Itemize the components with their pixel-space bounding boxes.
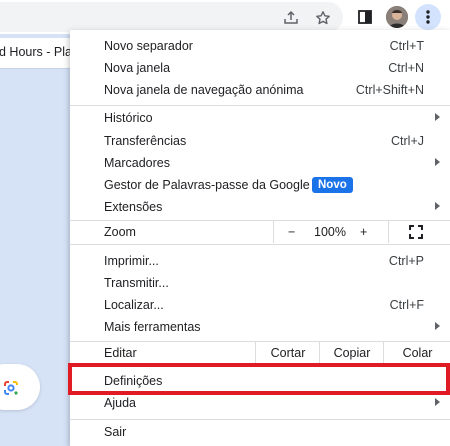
menu-item-new-incognito-window[interactable]: Nova janela de navegação anónima Ctrl+Sh… bbox=[70, 79, 450, 101]
menu-item-label: Localizar... bbox=[104, 298, 164, 312]
menu-item-label: Transmitir... bbox=[104, 276, 169, 290]
menu-item-extensions[interactable]: Extensões bbox=[70, 196, 450, 218]
menu-zoom-row: Zoom − 100% + bbox=[70, 221, 450, 243]
zoom-in-button[interactable]: + bbox=[360, 225, 367, 239]
menu-item-password-manager[interactable]: Gestor de Palavras-passe da Google Novo bbox=[70, 174, 450, 196]
menu-item-label: Nova janela de navegação anónima bbox=[104, 83, 304, 97]
menu-item-history[interactable]: Histórico bbox=[70, 107, 450, 129]
menu-item-shortcut: Ctrl+T bbox=[389, 39, 424, 53]
zoom-out-button[interactable]: − bbox=[288, 225, 295, 239]
zoom-level: 100% bbox=[314, 225, 346, 239]
copy-button[interactable]: Copiar bbox=[319, 342, 384, 364]
kebab-menu-icon[interactable] bbox=[415, 4, 441, 30]
star-icon[interactable] bbox=[314, 9, 332, 27]
highlight-box bbox=[68, 363, 450, 395]
menu-item-shortcut: Ctrl+J bbox=[391, 134, 424, 148]
menu-item-label: Gestor de Palavras-passe da Google bbox=[104, 178, 310, 192]
menu-item-new-window[interactable]: Nova janela Ctrl+N bbox=[70, 57, 450, 79]
paste-button[interactable]: Colar bbox=[383, 342, 450, 364]
tab-strip[interactable]: d Hours - Pla... bbox=[0, 38, 80, 69]
menu-item-label: Mais ferramentas bbox=[104, 320, 201, 334]
menu-item-cast[interactable]: Transmitir... bbox=[70, 272, 450, 294]
menu-item-shortcut: Ctrl+P bbox=[388, 254, 424, 268]
menu-item-label: Marcadores bbox=[104, 156, 170, 170]
menu-edit-row: Editar Cortar Copiar Colar bbox=[70, 342, 450, 364]
edit-label: Editar bbox=[104, 346, 137, 360]
menu-divider bbox=[70, 419, 450, 420]
menu-item-find[interactable]: Localizar... Ctrl+F bbox=[70, 294, 450, 316]
browser-toolbar bbox=[0, 0, 450, 34]
menu-item-label: Sair bbox=[104, 425, 127, 439]
submenu-arrow-icon bbox=[435, 158, 440, 166]
fullscreen-icon[interactable] bbox=[409, 225, 423, 239]
submenu-arrow-icon bbox=[435, 398, 440, 406]
menu-item-downloads[interactable]: Transferências Ctrl+J bbox=[70, 130, 450, 152]
submenu-arrow-icon bbox=[435, 113, 440, 121]
menu-item-label: Novo separador bbox=[104, 39, 193, 53]
profile-avatar[interactable] bbox=[386, 6, 408, 28]
zoom-divider bbox=[388, 221, 389, 243]
menu-item-bookmarks[interactable]: Marcadores bbox=[70, 152, 450, 174]
menu-item-label: Nova janela bbox=[104, 61, 171, 75]
menu-item-help[interactable]: Ajuda bbox=[70, 392, 450, 414]
menu-item-shortcut: Ctrl+N bbox=[388, 61, 424, 75]
copy-label: Copiar bbox=[333, 346, 371, 360]
google-lens-icon bbox=[4, 381, 18, 395]
tab-title: d Hours - Pla... bbox=[0, 45, 80, 59]
menu-item-print[interactable]: Imprimir... Ctrl+P bbox=[70, 250, 450, 272]
menu-item-more-tools[interactable]: Mais ferramentas bbox=[70, 316, 450, 338]
zoom-label: Zoom bbox=[104, 225, 136, 239]
side-panel-icon[interactable] bbox=[352, 4, 378, 30]
share-icon[interactable] bbox=[282, 9, 300, 27]
menu-divider bbox=[70, 105, 450, 106]
menu-item-shortcut: Ctrl+F bbox=[389, 298, 424, 312]
submenu-arrow-icon bbox=[435, 322, 440, 330]
paste-label: Colar bbox=[402, 346, 433, 360]
menu-item-label: Histórico bbox=[104, 111, 153, 125]
address-bar[interactable] bbox=[0, 2, 343, 32]
cut-label: Cortar bbox=[270, 346, 306, 360]
menu-divider bbox=[70, 244, 450, 245]
menu-item-label: Imprimir... bbox=[104, 254, 159, 268]
menu-item-shortcut: Ctrl+Shift+N bbox=[355, 83, 424, 97]
menu-item-label: Extensões bbox=[104, 200, 163, 214]
submenu-arrow-icon bbox=[435, 202, 440, 210]
menu-item-new-tab[interactable]: Novo separador Ctrl+T bbox=[70, 35, 450, 57]
menu-item-label: Ajuda bbox=[104, 396, 136, 410]
menu-item-label: Transferências bbox=[104, 134, 187, 148]
menu-item-exit[interactable]: Sair bbox=[70, 421, 450, 443]
new-badge: Novo bbox=[312, 177, 353, 193]
zoom-divider bbox=[273, 221, 274, 243]
cut-button[interactable]: Cortar bbox=[255, 342, 320, 364]
